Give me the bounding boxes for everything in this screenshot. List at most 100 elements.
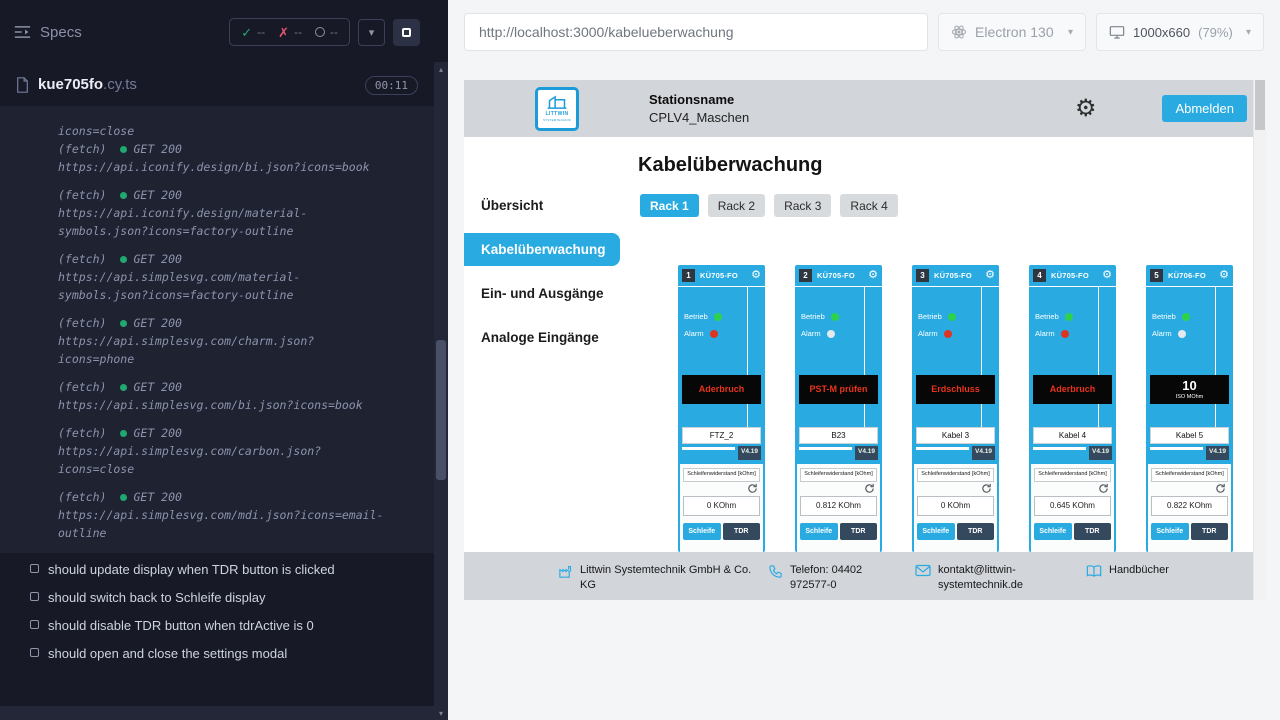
device-gear-icon[interactable]: ⚙: [751, 270, 761, 281]
schleife-button[interactable]: Schleife: [1151, 523, 1189, 540]
betrieb-led: [948, 313, 956, 321]
refresh-icon[interactable]: [981, 483, 992, 494]
schleife-button[interactable]: Schleife: [683, 523, 721, 540]
card-divider: [864, 287, 865, 427]
scroll-down-icon[interactable]: ▾: [434, 706, 448, 720]
browser-toolbar: Electron 130 ▾ 1000x660 (79%) ▾: [464, 13, 1264, 51]
log-entry[interactable]: (fetch)GET 200 https://api.iconify.desig…: [58, 186, 420, 240]
app-vertical-scrollbar[interactable]: [1253, 80, 1266, 600]
tab-rack-2[interactable]: Rack 2: [708, 194, 765, 217]
firmware-version-badge: V4.19: [1206, 446, 1229, 460]
log-url: https://api.simplesvg.com/material- symb…: [58, 268, 420, 304]
card-divider: [1215, 287, 1216, 427]
schleife-button[interactable]: Schleife: [800, 523, 838, 540]
browser-selector[interactable]: Electron 130 ▾: [938, 13, 1086, 51]
test-stats: ✓-- ✗-- --: [229, 18, 350, 46]
device-model: KÜ705-FO: [817, 271, 855, 280]
device-gear-icon[interactable]: ⚙: [868, 270, 878, 281]
scroll-up-icon[interactable]: ▴: [434, 62, 448, 76]
chevron-down-icon: ▾: [369, 26, 375, 39]
log-entry[interactable]: (fetch)GET 200 https://api.simplesvg.com…: [58, 488, 420, 542]
alarm-led: [944, 330, 952, 338]
card-divider: [1098, 287, 1099, 427]
email-address[interactable]: kontakt@littwin-systemtechnik.de: [938, 563, 1050, 593]
card-divider: [916, 447, 969, 450]
footer-email: kontakt@littwin-systemtechnik.de: [915, 563, 1050, 600]
log-entry[interactable]: (fetch)GET 200 https://api.simplesvg.com…: [58, 378, 420, 414]
test-title: should disable TDR button when tdrActive…: [48, 617, 314, 635]
alert-text: Erdschluss: [931, 385, 980, 395]
manuals-link[interactable]: Handbücher: [1109, 563, 1169, 578]
test-item[interactable]: should switch back to Schleife display: [30, 589, 420, 607]
refresh-icon[interactable]: [1215, 483, 1226, 494]
tdr-button[interactable]: TDR: [957, 523, 995, 540]
tdr-button[interactable]: TDR: [840, 523, 878, 540]
card-divider: [1033, 447, 1086, 450]
tdr-button[interactable]: TDR: [1074, 523, 1112, 540]
phone-number[interactable]: Telefon: 04402 972577-0: [790, 563, 905, 593]
settings-gear-icon[interactable]: ⚙: [1075, 97, 1097, 121]
stop-icon: [402, 28, 411, 37]
viewport-selector[interactable]: 1000x660 (79%) ▾: [1096, 13, 1264, 51]
refresh-icon[interactable]: [1098, 483, 1109, 494]
url-bar[interactable]: [464, 13, 928, 51]
schleife-button[interactable]: Schleife: [917, 523, 955, 540]
browser-stage: Electron 130 ▾ 1000x660 (79%) ▾ LITTWIN …: [448, 0, 1280, 720]
sidebar-item-ein-und-ausgaenge[interactable]: Ein- und Ausgänge: [464, 277, 620, 310]
status-dot-icon: [120, 320, 127, 327]
station-label: Stationsname: [649, 92, 749, 107]
alarm-led: [710, 330, 718, 338]
measurement-panel: Schleifenwiderstand [kOhm] 0.822 KOhm Sc…: [1148, 464, 1231, 552]
alarm-led: [827, 330, 835, 338]
sidebar-item-kabelueberwachung[interactable]: Kabelüberwachung: [464, 233, 620, 266]
collapse-button[interactable]: ▾: [358, 19, 385, 46]
test-item[interactable]: should update display when TDR button is…: [30, 561, 420, 579]
device-gear-icon[interactable]: ⚙: [1219, 270, 1229, 281]
spec-name: kue705fo: [38, 76, 103, 93]
sidebar-item-analoge-eingaenge[interactable]: Analoge Eingänge: [464, 321, 620, 354]
logo-text: LITTWIN: [545, 111, 568, 117]
schleife-button[interactable]: Schleife: [1034, 523, 1072, 540]
status-dot-icon: [120, 146, 127, 153]
log-entry[interactable]: (fetch)GET 200 https://api.simplesvg.com…: [58, 250, 420, 304]
scrollbar-thumb[interactable]: [436, 340, 446, 480]
log-entry[interactable]: (fetch)GET 200 https://api.iconify.desig…: [58, 140, 420, 176]
browser-name: Electron 130: [975, 24, 1054, 40]
specs-toggle-button[interactable]: Specs: [14, 24, 82, 41]
alert-text: PST-M prüfen: [810, 385, 868, 395]
url-input[interactable]: [479, 24, 913, 40]
scrollbar-thumb[interactable]: [1255, 80, 1265, 130]
email-icon: [915, 564, 931, 577]
log-url: https://api.simplesvg.com/charm.json? ic…: [58, 332, 420, 368]
device-gear-icon[interactable]: ⚙: [1102, 270, 1112, 281]
log-badge: GET 200: [133, 186, 181, 204]
resistance-label: Schleifenwiderstand [kOhm]: [917, 468, 994, 482]
resistance-value: 0 KOhm: [683, 496, 760, 516]
factory-icon: [558, 564, 573, 579]
device-gear-icon[interactable]: ⚙: [985, 270, 995, 281]
tab-rack-3[interactable]: Rack 3: [774, 194, 831, 217]
log-url: icons=close: [58, 122, 420, 140]
log-entry[interactable]: (fetch)GET 200 https://api.simplesvg.com…: [58, 424, 420, 478]
tab-rack-1[interactable]: Rack 1: [640, 194, 699, 217]
test-item[interactable]: should disable TDR button when tdrActive…: [30, 617, 420, 635]
test-item[interactable]: should open and close the settings modal: [30, 645, 420, 663]
test-list: should update display when TDR button is…: [0, 553, 434, 663]
refresh-icon[interactable]: [864, 483, 875, 494]
viewport-size: 1000x660: [1133, 25, 1190, 40]
firmware-version-badge: V4.19: [972, 446, 995, 460]
refresh-icon[interactable]: [747, 483, 758, 494]
stop-button[interactable]: [393, 19, 420, 46]
log-entry[interactable]: (fetch)GET 200 https://api.simplesvg.com…: [58, 314, 420, 368]
runner-vertical-scrollbar[interactable]: ▴ ▾: [434, 62, 448, 720]
tab-rack-4[interactable]: Rack 4: [840, 194, 897, 217]
alarm-label: Alarm: [801, 329, 821, 338]
sidebar-item-uebersicht[interactable]: Übersicht: [464, 189, 620, 222]
tdr-button[interactable]: TDR: [1191, 523, 1229, 540]
runner-horizontal-scrollbar[interactable]: [0, 706, 434, 720]
footer-manuals: Handbücher: [1086, 563, 1169, 600]
tdr-button[interactable]: TDR: [723, 523, 761, 540]
log-entry[interactable]: icons=close: [58, 122, 420, 140]
logout-button[interactable]: Abmelden: [1162, 95, 1247, 122]
spec-file-row[interactable]: kue705fo.cy.ts 00:11: [0, 64, 434, 106]
